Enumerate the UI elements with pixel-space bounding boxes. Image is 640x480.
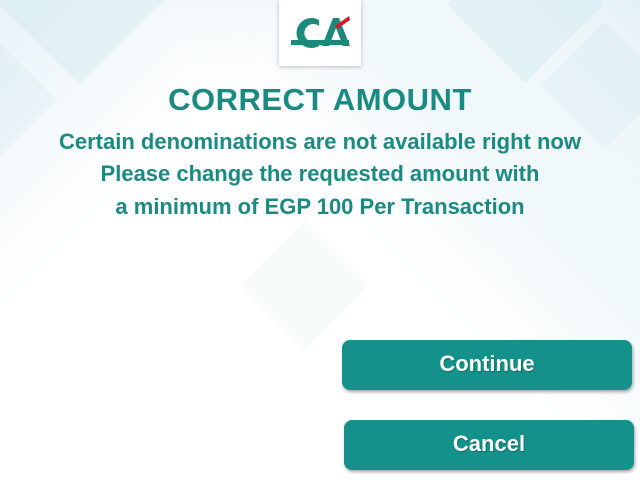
cancel-button[interactable]: Cancel	[344, 420, 634, 470]
message-line: Please change the requested amount with	[100, 161, 540, 186]
bank-logo	[279, 0, 361, 66]
credit-agricole-logo-icon	[291, 16, 350, 49]
background-shape	[241, 221, 369, 349]
continue-button[interactable]: Continue	[342, 340, 632, 390]
background	[0, 0, 640, 480]
message-line: a minimum of EGP 100 Per Transaction	[115, 194, 525, 219]
page-title: CORRECT AMOUNT	[168, 82, 472, 117]
message-line: Certain denominations are not available …	[59, 129, 581, 154]
